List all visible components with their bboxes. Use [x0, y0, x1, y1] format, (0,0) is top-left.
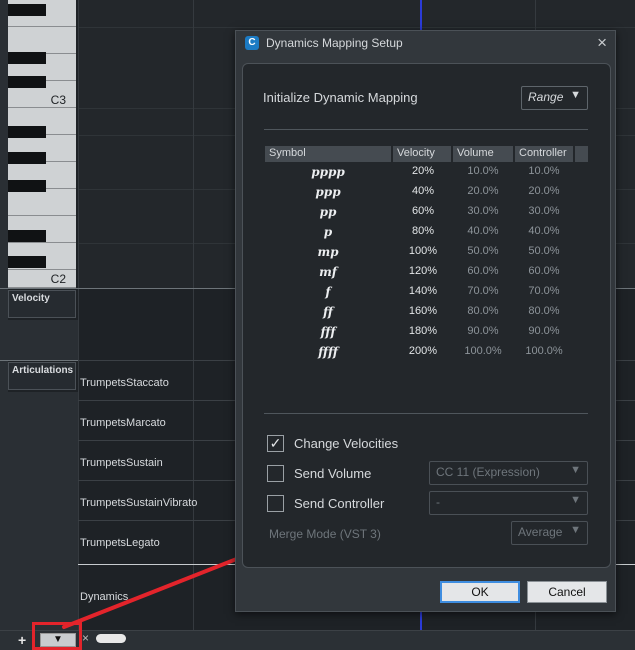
send-volume-label[interactable]: Send Volume: [294, 466, 371, 481]
merge-mode-label: Merge Mode (VST 3): [269, 527, 381, 541]
section-divider: [264, 129, 588, 130]
dynamic-symbol: ffff: [318, 345, 338, 359]
send-volume-checkbox[interactable]: [267, 465, 284, 482]
column-header-symbol[interactable]: Symbol: [265, 146, 391, 162]
table-row[interactable]: f 140% 70.0% 70.0%: [236, 285, 617, 305]
volume-value: 100.0%: [464, 345, 502, 357]
dynamics-mapping-dialog: C Dynamics Mapping Setup × Initialize Dy…: [235, 30, 616, 612]
velocity-value[interactable]: 80%: [396, 225, 450, 237]
dialog-titlebar[interactable]: C Dynamics Mapping Setup ×: [236, 31, 615, 57]
table-row[interactable]: mp 100% 50.0% 50.0%: [236, 245, 617, 265]
dynamic-symbol: p: [323, 225, 333, 239]
table-row[interactable]: mf 120% 60.0% 60.0%: [236, 265, 617, 285]
controller-value: 50.0%: [528, 245, 560, 257]
close-icon[interactable]: ×: [597, 33, 607, 53]
table-row[interactable]: ff 160% 80.0% 80.0%: [236, 305, 617, 325]
controller-select-value: -: [436, 495, 440, 509]
controller-value: 40.0%: [528, 225, 560, 237]
velocity-value[interactable]: 140%: [396, 285, 450, 297]
volume-value: 30.0%: [467, 205, 499, 217]
volume-value: 90.0%: [467, 325, 499, 337]
range-value: Range: [528, 90, 564, 104]
controller-select[interactable]: - ▼: [429, 491, 588, 515]
dynamic-symbol: pppp: [311, 165, 345, 179]
chevron-down-icon: ▼: [570, 89, 581, 101]
dialog-title: Dynamics Mapping Setup: [266, 36, 403, 50]
volume-value: 60.0%: [467, 265, 499, 277]
table-row[interactable]: p 80% 40.0% 40.0%: [236, 225, 617, 245]
cancel-button[interactable]: Cancel: [527, 581, 607, 603]
dynamic-symbol: mf: [319, 265, 337, 279]
dynamic-symbol: f: [325, 285, 331, 299]
volume-value: 40.0%: [467, 225, 499, 237]
velocity-value[interactable]: 40%: [396, 185, 450, 197]
controller-value: 30.0%: [528, 205, 560, 217]
change-velocities-label[interactable]: Change Velocities: [294, 436, 398, 451]
send-controller-label[interactable]: Send Controller: [294, 496, 384, 511]
column-header-volume[interactable]: Volume: [453, 146, 513, 162]
velocity-value[interactable]: 180%: [396, 325, 450, 337]
initialize-range-dropdown[interactable]: Range ▼: [521, 86, 588, 110]
dynamic-symbol: fff: [320, 325, 336, 339]
dynamic-symbol: pp: [319, 205, 337, 219]
chevron-down-icon: ▼: [570, 464, 581, 476]
volume-value: 80.0%: [467, 305, 499, 317]
controller-value: 60.0%: [528, 265, 560, 277]
velocity-value[interactable]: 20%: [396, 165, 450, 177]
dynamic-symbol: ppp: [315, 185, 341, 199]
change-velocities-checkbox[interactable]: ✓: [267, 435, 284, 452]
column-header-filler: [575, 146, 588, 162]
chevron-down-icon: ▼: [570, 524, 581, 536]
table-row[interactable]: fff 180% 90.0% 90.0%: [236, 325, 617, 345]
section-divider: [264, 413, 588, 414]
controller-value: 70.0%: [528, 285, 560, 297]
volume-controller-select[interactable]: CC 11 (Expression) ▼: [429, 461, 588, 485]
table-row[interactable]: ffff 200% 100.0% 100.0%: [236, 345, 617, 365]
table-row[interactable]: pp 60% 30.0% 30.0%: [236, 205, 617, 225]
controller-value: 80.0%: [528, 305, 560, 317]
table-row[interactable]: ppp 40% 20.0% 20.0%: [236, 185, 617, 205]
initialize-mapping-label: Initialize Dynamic Mapping: [263, 90, 418, 105]
controller-value: 100.0%: [525, 345, 563, 357]
velocity-value[interactable]: 100%: [396, 245, 450, 257]
controller-value: 20.0%: [528, 185, 560, 197]
velocity-value[interactable]: 160%: [396, 305, 450, 317]
column-header-velocity[interactable]: Velocity: [393, 146, 451, 162]
merge-mode-select[interactable]: Average ▼: [511, 521, 588, 545]
dynamic-symbol: mp: [317, 245, 339, 259]
volume-value: 20.0%: [467, 185, 499, 197]
dynamic-symbol: ff: [323, 305, 333, 319]
column-header-controller[interactable]: Controller: [515, 146, 573, 162]
volume-value: 70.0%: [467, 285, 499, 297]
ok-button[interactable]: OK: [440, 581, 520, 603]
cubase-app-icon: C: [245, 36, 259, 50]
volume-value: 50.0%: [467, 245, 499, 257]
velocity-value[interactable]: 120%: [396, 265, 450, 277]
table-row[interactable]: pppp 20% 10.0% 10.0%: [236, 165, 617, 185]
controller-value: 90.0%: [528, 325, 560, 337]
send-controller-checkbox[interactable]: [267, 495, 284, 512]
velocity-value[interactable]: 200%: [396, 345, 450, 357]
volume-value: 10.0%: [467, 165, 499, 177]
controller-value: 10.0%: [528, 165, 560, 177]
volume-controller-value: CC 11 (Expression): [436, 465, 540, 479]
velocity-value[interactable]: 60%: [396, 205, 450, 217]
chevron-down-icon: ▼: [570, 494, 581, 506]
merge-mode-value: Average: [518, 525, 563, 539]
